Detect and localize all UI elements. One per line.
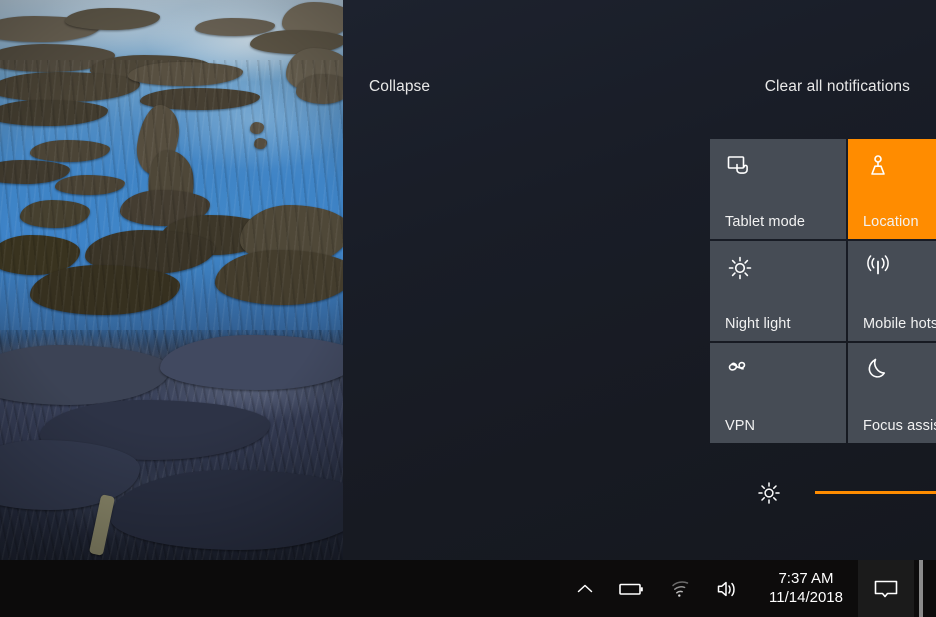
clock-date: 11/14/2018: [769, 588, 843, 606]
quick-action-tablet-mode[interactable]: Tablet mode: [710, 139, 846, 239]
taskbar-empty-area[interactable]: [0, 560, 560, 617]
quick-action-label: Mobile hotspot: [863, 316, 936, 332]
taskbar-clock[interactable]: 7:37 AM 11/14/2018: [756, 560, 856, 617]
windows-desktop-screen: Collapse Clear all notifications Tablet …: [0, 0, 936, 617]
quick-action-label: Focus assist: [863, 418, 936, 434]
clear-all-notifications-button[interactable]: Clear all notifications: [765, 78, 910, 96]
quick-action-label: VPN: [725, 418, 756, 434]
quick-action-label: Location: [863, 214, 919, 230]
quick-action-label: Night light: [725, 316, 791, 332]
screen-edge-scrollbar[interactable]: [919, 560, 923, 617]
quick-actions-grid: Tablet mode Location Night light Mobile …: [710, 139, 936, 443]
volume-icon[interactable]: [706, 560, 750, 617]
brightness-row: [710, 470, 936, 520]
clock-time: 7:37 AM: [778, 569, 834, 587]
collapse-button[interactable]: Collapse: [369, 78, 430, 96]
desktop-wallpaper[interactable]: [0, 0, 343, 560]
chevron-up-icon[interactable]: [565, 560, 605, 617]
brightness-slider[interactable]: [815, 491, 936, 495]
location-icon: [863, 151, 893, 181]
hotspot-icon: [863, 253, 893, 283]
moon-icon: [863, 355, 893, 385]
quick-action-label: Tablet mode: [725, 214, 806, 230]
taskbar: 7:37 AM 11/14/2018: [0, 560, 936, 617]
battery-icon[interactable]: [610, 560, 654, 617]
tablet-mode-icon: [725, 151, 755, 181]
quick-action-night-light[interactable]: Night light: [710, 241, 846, 341]
brightness-sun-icon: [755, 479, 783, 507]
vpn-icon: [725, 355, 755, 385]
wifi-icon[interactable]: [660, 560, 704, 617]
brightness-sun-icon: [725, 253, 755, 283]
action-center-panel: Collapse Clear all notifications Tablet …: [343, 0, 936, 560]
notification-bubble-icon[interactable]: [858, 560, 914, 617]
wallpaper-vignette: [0, 0, 343, 560]
action-center-header: Collapse Clear all notifications: [343, 78, 936, 118]
brightness-slider-fill: [815, 491, 936, 494]
action-center-scrollbar[interactable]: [921, 118, 924, 418]
quick-action-vpn[interactable]: VPN: [710, 343, 846, 443]
